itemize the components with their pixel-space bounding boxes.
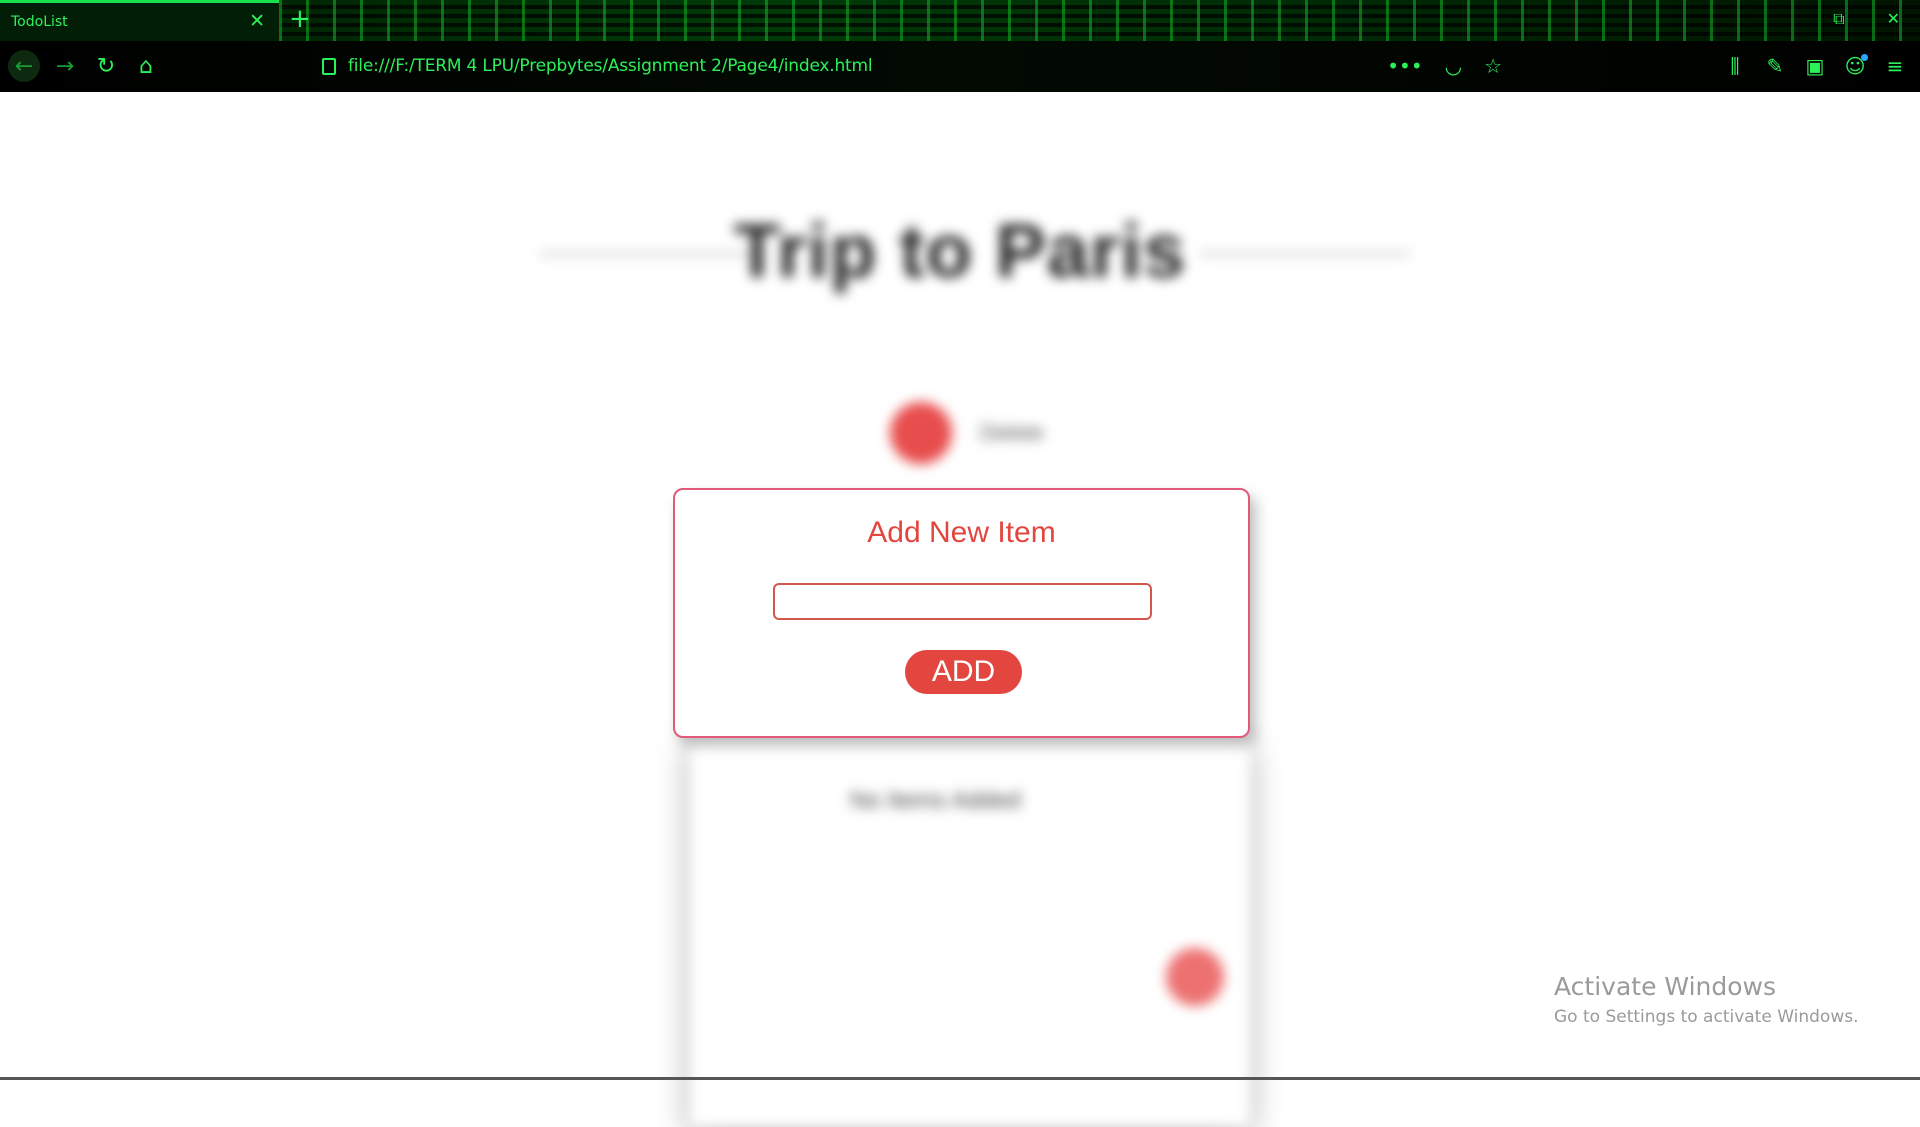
tab-close-icon[interactable]: ✕ [249, 11, 265, 31]
window-controls: ⧉ ✕ [1833, 10, 1900, 28]
page-title: Trip to Paris [733, 209, 1187, 294]
address-bar[interactable]: file:///F:/TERM 4 LPU/Prepbytes/Assignme… [312, 49, 1502, 83]
navigation-bar: ← → ↻ ⌂ file:///F:/TERM 4 LPU/Prepbytes/… [0, 41, 1920, 92]
todo-card-text: No Items Added [850, 787, 1021, 814]
activate-windows-watermark: Activate Windows Go to Settings to activ… [1554, 972, 1859, 1027]
tab-title: TodoList [11, 14, 68, 30]
add-button[interactable]: ADD [905, 650, 1022, 694]
more-actions-icon[interactable]: ••• [1387, 54, 1422, 78]
close-window-icon[interactable]: ✕ [1887, 10, 1900, 28]
watermark-line2: Go to Settings to activate Windows. [1554, 1007, 1859, 1027]
account-icon[interactable]: ☺ [1844, 50, 1868, 82]
home-icon[interactable]: ⌂ [130, 50, 162, 82]
tab-bar: TodoList ✕ + ⧉ ✕ [0, 0, 1920, 41]
sidebar-icon[interactable]: ▣ [1804, 50, 1826, 82]
add-item-modal: Add New Item ADD [673, 488, 1250, 738]
notification-dot [1861, 54, 1868, 61]
forward-arrow-icon[interactable]: → [49, 50, 81, 82]
bookmark-star-icon[interactable]: ☆ [1484, 54, 1502, 78]
new-item-input[interactable] [773, 583, 1152, 620]
delete-circle-button [890, 402, 952, 464]
page-icon [322, 57, 336, 75]
reload-icon[interactable]: ↻ [90, 50, 122, 82]
add-circle-button [1166, 948, 1224, 1006]
back-arrow-icon[interactable]: ← [8, 50, 40, 82]
restore-window-icon[interactable]: ⧉ [1833, 10, 1844, 28]
url-actions: ••• ◡ ☆ [1387, 49, 1502, 83]
new-tab-icon[interactable]: + [289, 6, 311, 32]
wrench-icon[interactable]: ✎ [1764, 50, 1786, 82]
watermark-line1: Activate Windows [1554, 972, 1776, 1001]
pocket-icon[interactable]: ◡ [1445, 54, 1462, 78]
tab-todolist[interactable]: TodoList ✕ [0, 0, 279, 41]
toolbar-right: ⫼ ✎ ▣ ☺ ≡ [1724, 50, 1906, 82]
todo-card: No Items Added [690, 737, 1250, 1127]
delete-label: Delete [980, 420, 1044, 445]
modal-title: Add New Item [867, 516, 1056, 549]
title-divider-right [1200, 252, 1410, 256]
hamburger-menu-icon[interactable]: ≡ [1884, 50, 1906, 82]
library-icon[interactable]: ⫼ [1724, 50, 1746, 82]
url-text[interactable]: file:///F:/TERM 4 LPU/Prepbytes/Assignme… [348, 56, 873, 76]
